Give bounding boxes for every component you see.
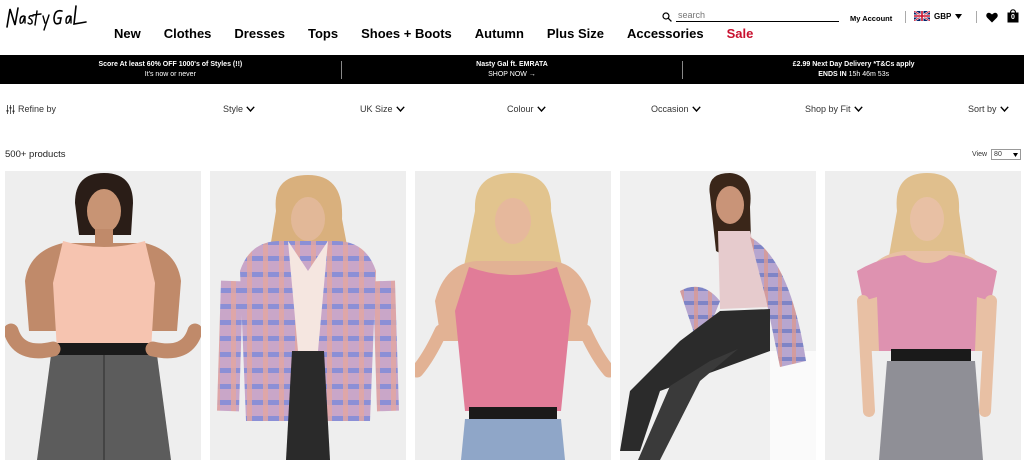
- promo-emrata-cta: SHOP NOW →: [488, 70, 536, 78]
- search-input[interactable]: [675, 10, 839, 22]
- nav-shoes-boots[interactable]: Shoes + Boots: [361, 26, 452, 41]
- nav-clothes[interactable]: Clothes: [164, 26, 212, 41]
- uk-flag-icon: [914, 11, 930, 21]
- promo-banner: Score At least 60% OFF 1000's of Styles …: [0, 55, 1024, 84]
- currency-selector[interactable]: GBP: [914, 11, 963, 21]
- bag-count: 0: [1011, 14, 1015, 21]
- header-divider: [976, 11, 977, 23]
- nav-new[interactable]: New: [114, 26, 141, 41]
- promo-sale-title: Score At least 60% OFF 1000's of Styles …: [98, 60, 243, 68]
- sort-by-button[interactable]: Sort by: [968, 104, 1009, 114]
- currency-code: GBP: [934, 11, 952, 21]
- filter-size-label: UK Size: [360, 104, 393, 114]
- product-image: [5, 171, 201, 460]
- sliders-icon: [6, 104, 15, 114]
- chevron-down-icon: [999, 106, 1009, 112]
- site-header: New Clothes Dresses Tops Shoes + Boots A…: [0, 0, 1024, 55]
- filter-style-label: Style: [223, 104, 244, 114]
- filter-colour-label: Colour: [507, 104, 534, 114]
- refine-by-label: Refine by: [18, 104, 57, 114]
- countdown-time: 15h 46m 53s: [848, 70, 890, 78]
- filter-fit-label: Shop by Fit: [805, 104, 851, 114]
- filter-occasion[interactable]: Occasion: [651, 104, 701, 114]
- sort-by-label: Sort by: [968, 104, 997, 114]
- chevron-down-icon: [1013, 152, 1019, 157]
- view-per-page-value: 80: [994, 151, 1002, 158]
- filter-occasion-label: Occasion: [651, 104, 689, 114]
- chevron-down-icon: [691, 106, 701, 112]
- filter-style[interactable]: Style: [223, 104, 255, 114]
- nav-accessories[interactable]: Accessories: [627, 26, 704, 41]
- view-label: View: [972, 151, 988, 158]
- filter-shop-by-fit[interactable]: Shop by Fit: [805, 104, 863, 114]
- product-image: [620, 171, 816, 460]
- shopping-bag-icon[interactable]: 0: [1007, 9, 1019, 23]
- main-nav: New Clothes Dresses Tops Shoes + Boots A…: [114, 26, 776, 41]
- product-image: [415, 171, 611, 460]
- chevron-down-icon: [246, 106, 255, 112]
- nasty-gal-logo[interactable]: [4, 3, 88, 33]
- filter-uk-size[interactable]: UK Size: [360, 104, 405, 114]
- promo-delivery[interactable]: £2.99 Next Day Delivery *T&Cs apply ENDS…: [683, 55, 1024, 84]
- product-card[interactable]: [415, 171, 611, 460]
- filter-colour[interactable]: Colour: [507, 104, 546, 114]
- promo-sale-subtitle: It's now or never: [144, 70, 196, 78]
- promo-sale[interactable]: Score At least 60% OFF 1000's of Styles …: [0, 55, 341, 84]
- countdown-label: ENDS IN: [818, 70, 847, 78]
- search-bar: [662, 8, 839, 22]
- chevron-down-icon: [536, 106, 546, 112]
- promo-delivery-countdown: ENDS IN 15h 46m 53s: [818, 70, 889, 80]
- product-grid: [5, 171, 1021, 460]
- chevron-down-icon: [853, 106, 863, 112]
- product-card[interactable]: [825, 171, 1021, 460]
- chevron-down-icon: [955, 13, 963, 19]
- filter-bar: Refine by Style UK Size Colour Occasion …: [0, 104, 1024, 120]
- promo-emrata-title: Nasty Gal ft. EMRATA: [476, 60, 548, 68]
- product-count: 500+ products: [5, 149, 66, 160]
- nav-plus-size[interactable]: Plus Size: [547, 26, 604, 41]
- view-control: View 80: [972, 149, 1022, 160]
- nav-autumn[interactable]: Autumn: [475, 26, 524, 41]
- refine-by-button[interactable]: Refine by: [6, 104, 56, 114]
- nav-tops[interactable]: Tops: [308, 26, 338, 41]
- promo-delivery-title: £2.99 Next Day Delivery *T&Cs apply: [792, 60, 915, 68]
- header-divider: [905, 11, 906, 23]
- search-icon[interactable]: [662, 12, 672, 22]
- my-account-link[interactable]: My Account: [850, 14, 892, 23]
- chevron-down-icon: [395, 106, 405, 112]
- wishlist-heart-icon[interactable]: [986, 12, 998, 23]
- product-card[interactable]: [620, 171, 816, 460]
- product-card[interactable]: [5, 171, 201, 460]
- nav-dresses[interactable]: Dresses: [234, 26, 285, 41]
- product-image: [210, 171, 406, 460]
- product-image: [825, 171, 1021, 460]
- promo-emrata[interactable]: Nasty Gal ft. EMRATA SHOP NOW →: [342, 55, 683, 84]
- view-per-page-select[interactable]: 80: [991, 149, 1022, 160]
- nav-sale[interactable]: Sale: [727, 26, 754, 41]
- product-card[interactable]: [210, 171, 406, 460]
